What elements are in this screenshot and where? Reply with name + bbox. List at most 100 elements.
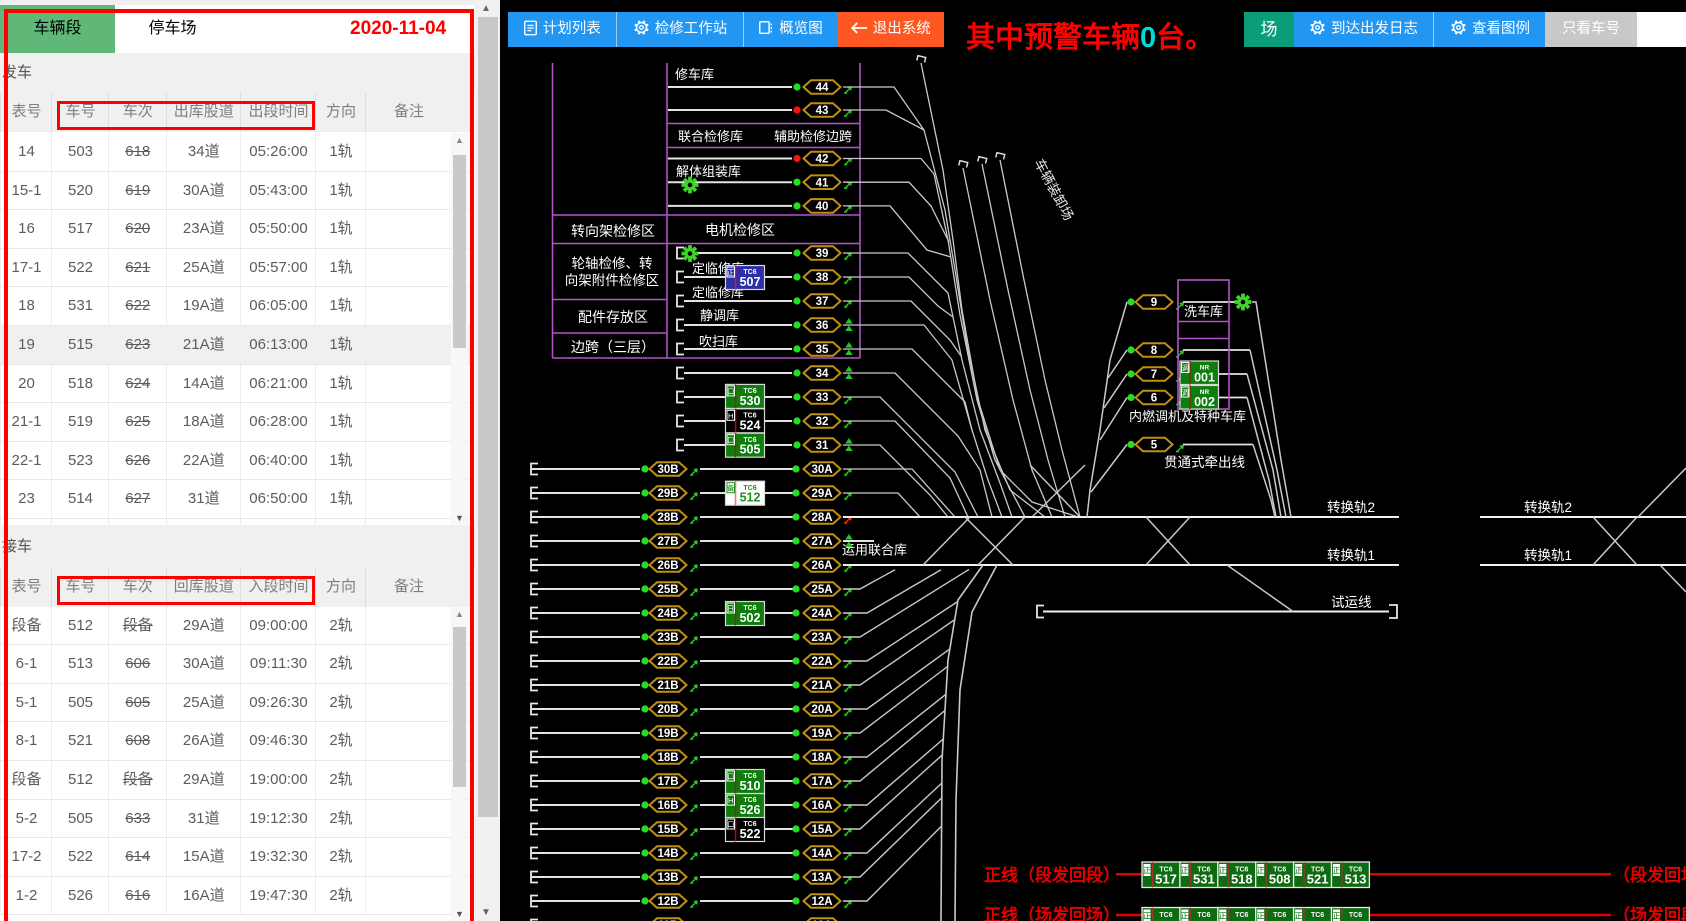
svg-text:26B: 26B — [657, 560, 678, 572]
svg-text:18B: 18B — [657, 752, 678, 764]
svg-text:口: 口 — [727, 820, 735, 829]
svg-text:正: 正 — [1333, 912, 1341, 921]
svg-text:调: 调 — [1181, 364, 1189, 373]
svg-text:44: 44 — [816, 82, 829, 94]
svg-text:22A: 22A — [811, 656, 832, 668]
svg-text:边跨（三层）: 边跨（三层） — [571, 339, 655, 355]
svg-text:H: H — [728, 796, 733, 805]
svg-text:备: 备 — [727, 483, 735, 493]
svg-text:24A: 24A — [811, 608, 832, 620]
svg-text:33: 33 — [816, 392, 829, 404]
svg-text:531: 531 — [1193, 872, 1215, 887]
svg-text:28A: 28A — [811, 512, 832, 524]
svg-text:16A: 16A — [811, 800, 832, 812]
svg-text:吹扫库: 吹扫库 — [699, 334, 738, 349]
svg-text:正: 正 — [1219, 866, 1227, 875]
svg-text:14A: 14A — [811, 848, 832, 860]
svg-text:22B: 22B — [657, 656, 678, 668]
svg-text:运用联合库: 运用联合库 — [842, 543, 907, 558]
svg-text:正线（场发回场）: 正线（场发回场） — [984, 905, 1120, 921]
svg-text:正: 正 — [1181, 866, 1189, 875]
svg-text:调: 调 — [1181, 388, 1189, 397]
svg-text:13A: 13A — [811, 872, 832, 884]
svg-text:向架附件检修区: 向架附件检修区 — [565, 273, 660, 288]
svg-text:513: 513 — [1345, 872, 1367, 887]
svg-text:29B: 29B — [657, 488, 678, 500]
svg-text:15A: 15A — [811, 824, 832, 836]
svg-text:530: 530 — [740, 394, 761, 408]
svg-text:口: 口 — [727, 436, 735, 445]
svg-text:25B: 25B — [657, 584, 678, 596]
svg-text:29A: 29A — [811, 488, 832, 500]
svg-text:洗车库: 洗车库 — [1184, 304, 1223, 319]
svg-text:解体组装库: 解体组装库 — [676, 164, 741, 179]
svg-text:贯通式牵出线: 贯通式牵出线 — [1164, 455, 1245, 470]
svg-text:转换轨1: 转换轨1 — [1327, 548, 1375, 563]
svg-text:修车库: 修车库 — [675, 67, 714, 82]
svg-text:40: 40 — [816, 201, 829, 213]
svg-text:39: 39 — [816, 248, 829, 260]
svg-text:8: 8 — [1151, 345, 1158, 357]
svg-text:507: 507 — [740, 275, 761, 289]
svg-text:30B: 30B — [657, 464, 678, 476]
svg-text:43: 43 — [816, 105, 829, 117]
svg-text:辅助检修边跨: 辅助检修边跨 — [774, 129, 852, 144]
svg-text:25A: 25A — [811, 584, 832, 596]
svg-text:正: 正 — [1333, 866, 1341, 875]
svg-text:505: 505 — [740, 443, 761, 457]
svg-text:6: 6 — [1151, 393, 1157, 405]
svg-text:TC6: TC6 — [1273, 912, 1286, 919]
svg-text:508: 508 — [1269, 872, 1291, 887]
svg-text:19A: 19A — [811, 728, 832, 740]
svg-text:正: 正 — [1257, 912, 1265, 921]
svg-text:正: 正 — [1295, 866, 1303, 875]
svg-text:正线（段发回段）: 正线（段发回段） — [984, 865, 1120, 885]
svg-text:502: 502 — [740, 611, 761, 625]
svg-text:联合检修库: 联合检修库 — [678, 129, 743, 144]
svg-text:37: 37 — [816, 296, 829, 308]
svg-text:电机检修区: 电机检修区 — [705, 222, 775, 238]
svg-text:28B: 28B — [657, 512, 678, 524]
svg-text:转换轨2: 转换轨2 — [1327, 500, 1375, 515]
svg-text:20A: 20A — [811, 704, 832, 716]
svg-text:521: 521 — [1307, 872, 1329, 887]
svg-text:002: 002 — [1194, 395, 1215, 409]
svg-text:23A: 23A — [811, 632, 832, 644]
svg-text:车辆装卸场: 车辆装卸场 — [1031, 156, 1077, 223]
svg-text:日: 日 — [727, 604, 735, 613]
svg-text:510: 510 — [740, 779, 761, 793]
svg-text:正: 正 — [1219, 912, 1227, 921]
svg-text:正: 正 — [1143, 912, 1151, 921]
svg-text:30A: 30A — [811, 464, 832, 476]
svg-text:24B: 24B — [657, 608, 678, 620]
svg-text:36: 36 — [816, 320, 829, 332]
svg-text:42: 42 — [816, 154, 829, 166]
svg-text:526: 526 — [740, 803, 761, 817]
svg-text:23B: 23B — [657, 632, 678, 644]
svg-text:17A: 17A — [811, 776, 832, 788]
svg-text:17B: 17B — [657, 776, 678, 788]
svg-text:518: 518 — [1231, 872, 1253, 887]
svg-text:转换轨2: 转换轨2 — [1524, 500, 1572, 515]
svg-text:12B: 12B — [657, 896, 678, 908]
svg-text:TC6: TC6 — [1349, 912, 1362, 919]
svg-text:522: 522 — [740, 827, 761, 841]
svg-text:12A: 12A — [811, 896, 832, 908]
svg-text:试运线: 试运线 — [1331, 595, 1372, 610]
svg-text:9: 9 — [1151, 297, 1157, 309]
svg-text:正: 正 — [727, 268, 735, 277]
svg-text:转换轨1: 转换轨1 — [1524, 548, 1572, 563]
svg-text:19B: 19B — [657, 728, 678, 740]
svg-text:38: 38 — [816, 272, 829, 284]
svg-text:16B: 16B — [657, 800, 678, 812]
svg-text:（场发回段）: （场发回段） — [1613, 905, 1686, 921]
svg-text:001: 001 — [1194, 371, 1215, 385]
svg-text:512: 512 — [740, 491, 761, 505]
svg-text:524: 524 — [740, 418, 761, 432]
svg-text:31: 31 — [816, 440, 829, 452]
svg-text:15B: 15B — [657, 824, 678, 836]
svg-text:41: 41 — [816, 177, 829, 189]
svg-text:静调库: 静调库 — [700, 308, 739, 323]
svg-text:27A: 27A — [811, 536, 832, 548]
svg-text:5: 5 — [1151, 440, 1158, 452]
